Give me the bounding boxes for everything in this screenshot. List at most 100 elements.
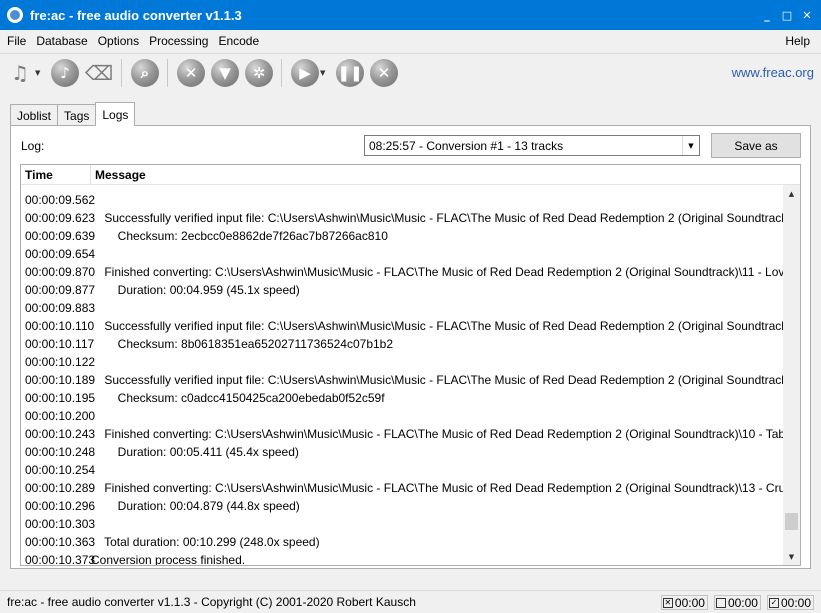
log-row[interactable]: 00:00:10.303: [21, 515, 783, 533]
log-row-time: 00:00:10.303: [25, 517, 96, 531]
log-row[interactable]: 00:00:10.189 Successfully verified input…: [21, 371, 783, 389]
log-row-time: 00:00:10.296: [25, 499, 96, 513]
pause-icon[interactable]: ❚❚: [336, 58, 364, 87]
log-label: Log:: [21, 139, 45, 153]
log-row-message: Checksum: 8b0618351ea65202711736524c07b1…: [91, 337, 394, 351]
play-icon[interactable]: ▶: [291, 58, 319, 87]
log-row[interactable]: 00:00:10.117 Checksum: 8b0618351ea652027…: [21, 335, 783, 353]
configure-icon[interactable]: ✕: [177, 58, 205, 87]
checkbox-icon: ✓: [768, 597, 779, 608]
log-row-message: Checksum: c0adcc4150425ca200ebedab0f52c5…: [91, 391, 385, 405]
menu-help[interactable]: Help: [782, 34, 813, 48]
log-row-time: 00:00:10.122: [25, 355, 96, 369]
status-bar: fre:ac - free audio converter v1.1.3 - C…: [0, 590, 821, 613]
log-row[interactable]: 00:00:10.254: [21, 461, 783, 479]
toolbar-separator: [167, 58, 168, 87]
log-row[interactable]: 00:00:09.654: [21, 245, 783, 263]
log-row-time: 00:00:10.254: [25, 463, 96, 477]
add-audio-cd-icon[interactable]: ♪: [51, 58, 79, 87]
log-row-message: Finished converting: C:\Users\Ashwin\Mus…: [91, 427, 783, 441]
menu-bar: File Database Options Processing Encode …: [0, 30, 821, 52]
log-row-time: 00:00:10.110: [25, 319, 95, 333]
tab-joblist[interactable]: Joblist: [10, 104, 59, 126]
log-row-message: Successfully verified input file: C:\Use…: [91, 211, 783, 225]
tab-tags[interactable]: Tags: [57, 104, 97, 126]
log-row[interactable]: 00:00:10.110 Successfully verified input…: [21, 317, 783, 335]
scrollbar-thumb[interactable]: [785, 513, 798, 530]
stop-icon[interactable]: ✕: [370, 58, 398, 87]
scroll-up-icon[interactable]: ▲: [783, 185, 800, 202]
log-row-time: 00:00:09.654: [25, 247, 96, 261]
tab-logs[interactable]: Logs: [95, 102, 136, 126]
log-select-value: 08:25:57 - Conversion #1 - 13 tracks: [369, 138, 564, 153]
log-row[interactable]: 00:00:09.623 Successfully verified input…: [21, 209, 783, 227]
log-row-message: Successfully verified input file: C:\Use…: [91, 319, 783, 333]
log-row-message: Duration: 00:05.411 (45.4x speed): [91, 445, 299, 459]
add-files-icon[interactable]: ♫: [6, 59, 34, 87]
toolbar-separator: [121, 58, 122, 87]
menu-processing[interactable]: Processing: [146, 34, 211, 48]
log-list: Time Message 00:00:09.562 00:00:09.623 Su…: [20, 164, 801, 566]
log-row-message: Successfully verified input file: C:\Use…: [91, 373, 783, 387]
minimize-button[interactable]: _: [759, 7, 775, 23]
log-row-time: 00:00:10.248: [25, 445, 96, 459]
vertical-scrollbar[interactable]: ▲ ▼: [783, 185, 800, 565]
log-row-message: Conversion process finished.: [91, 553, 246, 565]
log-row-message: Total duration: 00:10.299 (248.0x speed): [91, 535, 320, 549]
play-dropdown-icon[interactable]: ▼: [320, 69, 330, 77]
log-row[interactable]: 00:00:09.639 Checksum: 2ecbcc0e8862de7f2…: [21, 227, 783, 245]
log-row[interactable]: 00:00:10.248 Duration: 00:05.411 (45.4x …: [21, 443, 783, 461]
log-row-time: 00:00:09.870: [25, 265, 96, 279]
title-bar: fre:ac - free audio converter v1.1.3 _ □…: [0, 0, 821, 30]
log-row-message: Finished converting: C:\Users\Ashwin\Mus…: [91, 265, 783, 279]
log-row[interactable]: 00:00:10.200: [21, 407, 783, 425]
log-row[interactable]: 00:00:10.243 Finished converting: C:\Use…: [21, 425, 783, 443]
close-button[interactable]: ✕: [799, 7, 815, 23]
freac-website-link[interactable]: www.freac.org: [732, 65, 814, 80]
search-cddb-icon[interactable]: ⌕: [131, 58, 159, 87]
log-row[interactable]: 00:00:10.296 Duration: 00:04.879 (44.8x …: [21, 497, 783, 515]
add-files-dropdown-icon[interactable]: ▼: [35, 69, 45, 77]
success-count-indicator: ✓ 00:00: [766, 595, 814, 610]
log-row[interactable]: 00:00:10.363 Total duration: 00:10.299 (…: [21, 533, 783, 551]
log-row-message: Checksum: 2ecbcc0e8862de7f26ac7b87266ac8…: [91, 229, 388, 243]
filter-icon[interactable]: ▼: [211, 58, 239, 87]
settings-icon[interactable]: ✲: [245, 58, 273, 87]
toolbar: ♫ ▼ ♪ ⌫ ⌕ ✕ ▼ ✲ ▶ ▼ ❚❚ ✕ www.freac.org: [0, 53, 821, 91]
menu-encode[interactable]: Encode: [215, 34, 262, 48]
log-row[interactable]: 00:00:10.195 Checksum: c0adcc4150425ca20…: [21, 389, 783, 407]
log-row[interactable]: 00:00:10.289 Finished converting: C:\Use…: [21, 479, 783, 497]
menu-database[interactable]: Database: [33, 34, 90, 48]
log-row[interactable]: 00:00:09.562: [21, 191, 783, 209]
log-row[interactable]: 00:00:10.373 Conversion process finished.: [21, 551, 783, 565]
log-row[interactable]: 00:00:09.883: [21, 299, 783, 317]
chevron-down-icon[interactable]: ▼: [682, 136, 699, 155]
log-row-time: 00:00:09.562: [25, 193, 96, 207]
column-header-message[interactable]: Message: [91, 165, 800, 185]
save-as-button[interactable]: Save as: [711, 133, 801, 158]
checkbox-icon: ✕: [662, 597, 673, 608]
tab-strip: Joblist Tags Logs: [10, 102, 136, 126]
log-row[interactable]: 00:00:10.122: [21, 353, 783, 371]
toolbar-separator: [281, 58, 282, 87]
log-row-time: 00:00:10.189: [25, 373, 96, 387]
menu-options[interactable]: Options: [95, 34, 142, 48]
log-row-time: 00:00:10.289: [25, 481, 96, 495]
log-row-time: 00:00:09.639: [25, 229, 96, 243]
log-list-header: Time Message: [21, 165, 800, 185]
clear-joblist-icon[interactable]: ⌫: [85, 59, 113, 87]
log-row-time: 00:00:10.243: [25, 427, 96, 441]
log-row-time: 00:00:10.200: [25, 409, 96, 423]
maximize-button[interactable]: □: [779, 7, 795, 23]
menu-file[interactable]: File: [4, 34, 29, 48]
window-controls: _ □ ✕: [759, 7, 815, 23]
column-header-time[interactable]: Time: [21, 165, 91, 185]
status-indicators: ✕ 00:00 00:00 ✓ 00:00: [660, 595, 814, 610]
log-row[interactable]: 00:00:09.870 Finished converting: C:\Use…: [21, 263, 783, 281]
log-list-body: 00:00:09.562 00:00:09.623 Successfully ve…: [21, 185, 783, 565]
log-select[interactable]: 08:25:57 - Conversion #1 - 13 tracks ▼: [364, 135, 700, 156]
scroll-down-icon[interactable]: ▼: [783, 548, 800, 565]
checkbox-icon: [715, 597, 726, 608]
freac-app-icon[interactable]: [7, 7, 23, 23]
log-row[interactable]: 00:00:09.877 Duration: 00:04.959 (45.1x …: [21, 281, 783, 299]
